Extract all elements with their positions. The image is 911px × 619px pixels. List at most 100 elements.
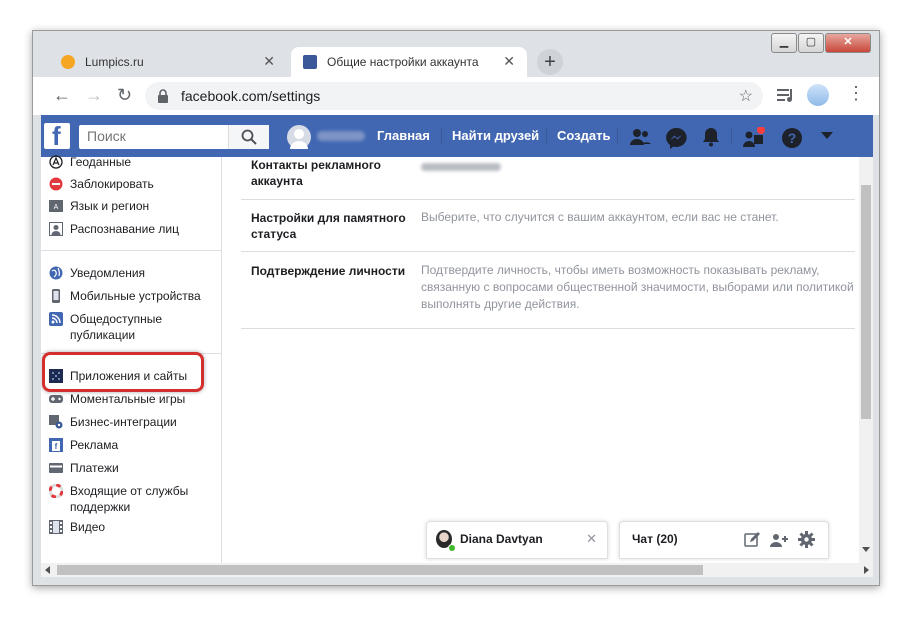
facebook-logo-icon[interactable]: f — [44, 121, 70, 151]
tab-facebook-settings[interactable]: Общие настройки аккаунта ✕ — [291, 47, 527, 77]
ads-icon: f — [49, 438, 63, 452]
friend-requests-icon[interactable] — [629, 127, 651, 147]
tab-close-icon[interactable]: ✕ — [263, 53, 275, 70]
person-silhouette-icon — [290, 129, 308, 149]
scroll-left-arrow-icon[interactable] — [44, 566, 50, 574]
settings-row-memorialization[interactable]: Настройки для памятного статуса Выберите… — [241, 199, 855, 252]
block-icon — [49, 177, 63, 191]
browser-window: ▁ ▢ ✕ Lumpics.ru ✕ Общие настройки аккау… — [32, 30, 880, 586]
sidebar-item-label: Распознавание лиц — [70, 222, 179, 236]
setting-label: Контакты рекламного аккаунта — [251, 158, 381, 188]
facebook-header: f Главная Найти друзей Создат — [41, 115, 873, 157]
language-icon: A — [49, 200, 63, 212]
nav-find-friends[interactable]: Найти друзей — [452, 128, 539, 143]
mobile-icon — [52, 289, 60, 303]
vertical-scrollbar[interactable] — [859, 157, 873, 563]
tab-lumpics[interactable]: Lumpics.ru ✕ — [49, 47, 287, 77]
settings-row-identity-confirmation[interactable]: Подтверждение личности Подтвердите лично… — [241, 251, 855, 329]
sidebar-item-label: Заблокировать — [70, 177, 154, 191]
menu-dots-icon[interactable]: ⋮ — [847, 83, 865, 104]
url-text: facebook.com/settings — [181, 88, 321, 104]
settings-row-ad-contacts[interactable]: Контакты рекламного аккаунта — [241, 157, 855, 200]
sidebar-item-label: Язык и регион — [70, 199, 150, 213]
media-control-icon[interactable] — [777, 87, 795, 103]
card-icon — [49, 463, 63, 473]
sidebar-item-label: Видео — [70, 520, 106, 534]
facebook-favicon-icon — [303, 55, 317, 69]
sidebar-item-label: Общедоступные публикации — [70, 312, 163, 342]
bookmark-star-icon[interactable]: ☆ — [739, 86, 753, 106]
chat-settings-gear-icon[interactable] — [798, 531, 815, 548]
page-content: f Главная Найти друзей Создат — [41, 115, 873, 563]
nav-divider — [617, 127, 618, 145]
nav-home[interactable]: Главная — [377, 128, 430, 143]
setting-value: Выберите, что случится с вашим аккаунтом… — [421, 210, 779, 224]
quick-help-people-icon[interactable] — [741, 127, 765, 149]
scroll-down-arrow-icon[interactable] — [862, 547, 870, 553]
sidebar-item-label: Мобильные устройства — [70, 289, 201, 303]
close-window-button[interactable]: ✕ — [825, 33, 871, 53]
user-name-blurred[interactable] — [317, 131, 365, 141]
svg-text:?: ? — [788, 130, 797, 146]
horizontal-scroll-thumb[interactable] — [57, 565, 703, 575]
tab-title: Lumpics.ru — [85, 55, 144, 69]
tab-title: Общие настройки аккаунта — [327, 55, 479, 69]
reload-icon[interactable]: ↻ — [117, 85, 132, 105]
search-button[interactable] — [228, 125, 269, 149]
search-input[interactable] — [79, 125, 227, 147]
notifications-bell-icon[interactable] — [701, 127, 721, 147]
business-icon — [49, 415, 63, 429]
back-icon[interactable]: ← — [53, 85, 71, 105]
location-icon — [49, 155, 63, 169]
lumpics-favicon-icon — [61, 55, 75, 69]
sidebar-item-label: Бизнес-интеграции — [70, 415, 177, 429]
setting-value: Подтвердите личность, чтобы иметь возмож… — [421, 263, 854, 311]
settings-sidebar: Геоданные Заблокировать A Язык и регион … — [41, 155, 222, 563]
address-bar[interactable]: facebook.com/settings ☆ — [145, 82, 763, 110]
lifebuoy-icon — [49, 484, 63, 498]
nav-create[interactable]: Создать — [557, 128, 610, 143]
setting-label: Подтверждение личности — [251, 264, 406, 278]
browser-toolbar: ← → ↻ facebook.com/settings ☆ ⋮ — [33, 77, 879, 115]
nav-divider — [731, 127, 732, 145]
sidebar-item-label: Входящие от службы поддержки — [70, 484, 189, 514]
sidebar-item-label: Геоданные — [70, 155, 132, 169]
sidebar-item-label: Платежи — [70, 461, 119, 475]
search-box — [79, 125, 269, 149]
globe-icon — [49, 266, 63, 280]
chat-contact-name: Diana Davtyan — [460, 532, 543, 546]
nav-divider — [441, 127, 442, 145]
setting-value-blurred — [421, 163, 501, 171]
chat-close-icon[interactable]: ✕ — [586, 531, 597, 547]
search-icon — [241, 129, 257, 145]
gamepad-icon — [49, 395, 63, 403]
new-tab-button[interactable]: + — [537, 49, 563, 75]
account-menu-arrow-icon[interactable] — [821, 132, 833, 140]
forward-icon[interactable]: → — [85, 85, 103, 105]
chat-label: Чат (20) — [632, 532, 678, 546]
sidebar-item-label: Реклама — [70, 438, 119, 452]
profile-avatar[interactable] — [807, 84, 829, 106]
tab-close-icon[interactable]: ✕ — [503, 53, 515, 70]
vertical-scroll-thumb[interactable] — [861, 185, 871, 419]
group-chat-icon[interactable] — [770, 532, 788, 548]
svg-text:A: A — [54, 204, 59, 211]
help-question-icon[interactable]: ? — [781, 127, 803, 149]
setting-label: Настройки для памятного статуса — [251, 211, 406, 241]
sidebar-item-label: Уведомления — [70, 266, 146, 280]
minimize-button[interactable]: ▁ — [771, 33, 797, 53]
user-avatar[interactable] — [287, 125, 311, 149]
highlight-frame — [42, 352, 204, 392]
messenger-icon[interactable] — [665, 127, 687, 149]
face-recognition-icon — [49, 222, 63, 236]
chat-bar[interactable]: Чат (20) — [619, 521, 829, 559]
new-message-icon[interactable] — [744, 532, 760, 548]
chat-tab-contact[interactable]: Diana Davtyan ✕ — [426, 521, 608, 559]
horizontal-scrollbar[interactable] — [41, 563, 873, 577]
sidebar-divider — [41, 250, 221, 251]
online-status-dot — [448, 544, 456, 552]
maximize-button[interactable]: ▢ — [798, 33, 824, 53]
lock-icon — [158, 89, 168, 103]
scroll-right-arrow-icon[interactable] — [864, 566, 870, 574]
nav-divider — [546, 127, 547, 145]
